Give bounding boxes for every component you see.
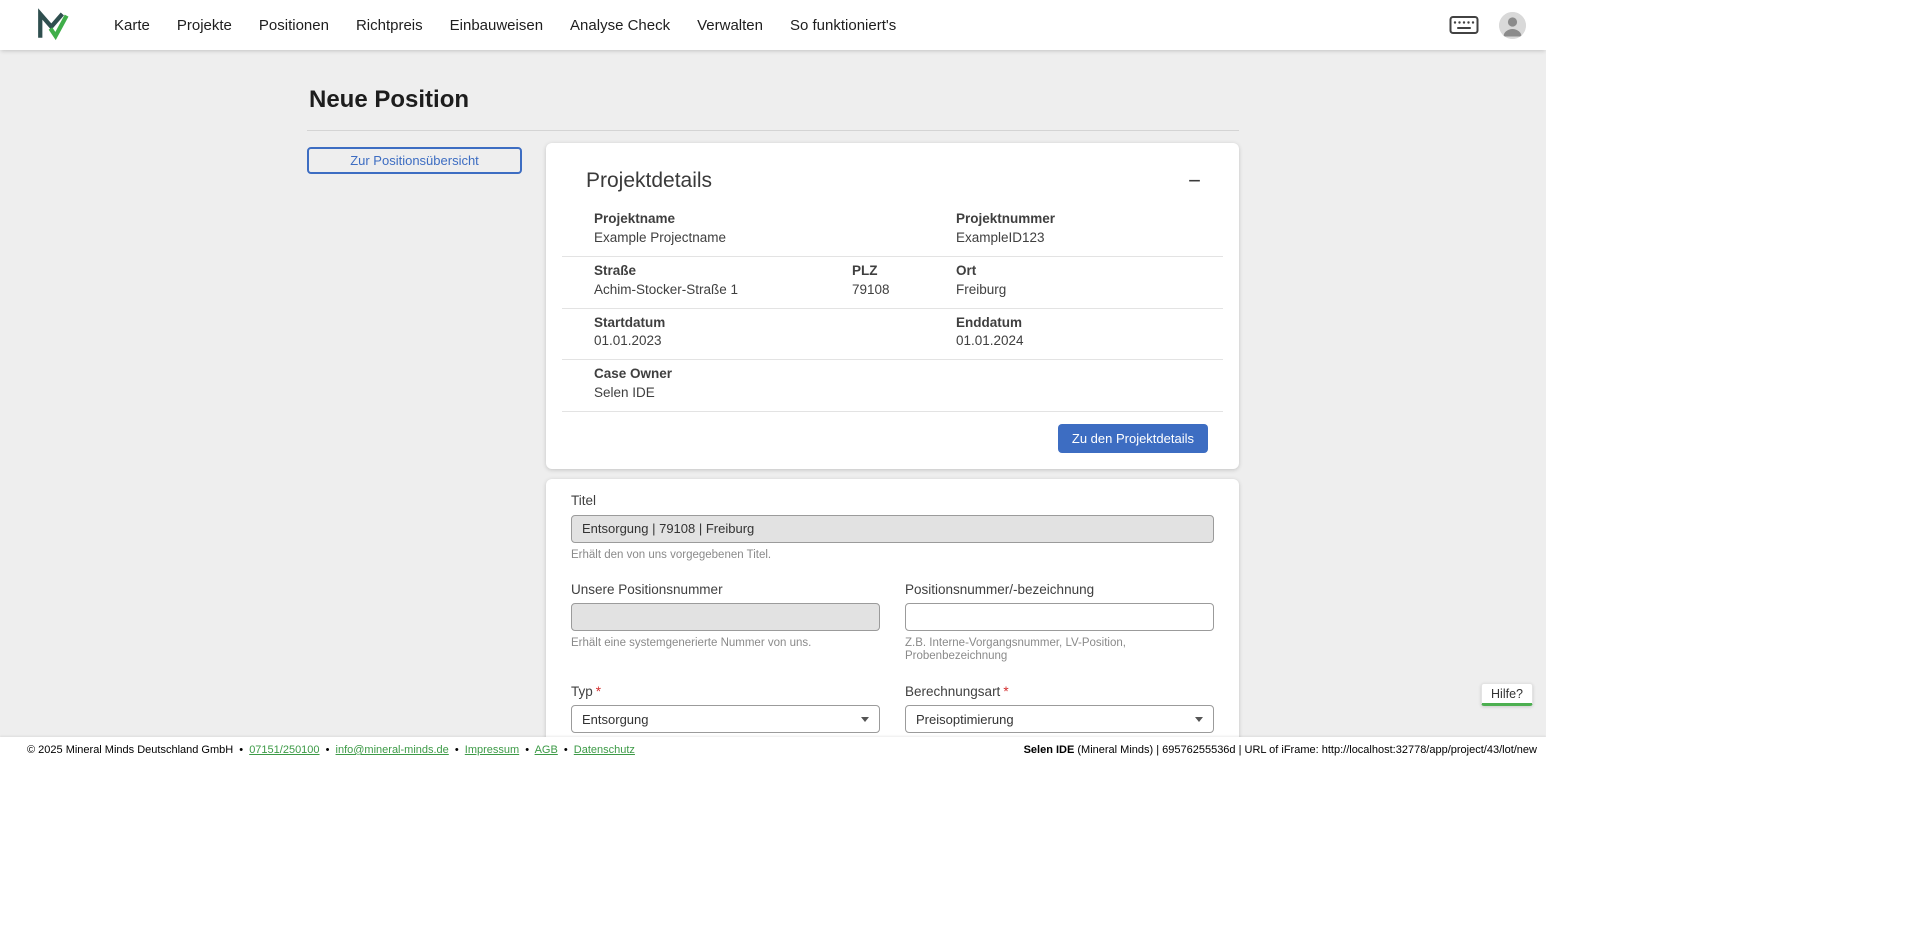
- required-asterisk: *: [1003, 684, 1008, 699]
- footer-datenschutz-link[interactable]: Datenschutz: [574, 744, 635, 756]
- project-details-title: Projektdetails: [586, 169, 712, 193]
- required-asterisk: *: [596, 684, 601, 699]
- footer-agb-link[interactable]: AGB: [535, 744, 558, 756]
- positionsnummer-label: Positionsnummer/-bezeichnung: [905, 582, 1214, 598]
- content-container: Neue Position Zur Positionsübersicht Pro…: [307, 50, 1239, 737]
- unsere-positionsnummer-hint: Erhält eine systemgenerierte Nummer von …: [571, 637, 880, 650]
- footer-email-link[interactable]: info@mineral-minds.de: [336, 744, 449, 756]
- keyboard-icon[interactable]: [1449, 15, 1479, 35]
- nav-item-karte[interactable]: Karte: [114, 17, 150, 34]
- back-to-position-overview-button[interactable]: Zur Positionsübersicht: [307, 147, 522, 174]
- navbar-right-icons: [1449, 12, 1526, 39]
- typ-label: Typ*: [571, 684, 880, 700]
- positionsnummer-input[interactable]: [905, 603, 1214, 631]
- footer-phone-link[interactable]: 07151/250100: [249, 744, 319, 756]
- help-button[interactable]: Hilfe?: [1481, 683, 1533, 706]
- unsere-positionsnummer-label: Unsere Positionsnummer: [571, 582, 880, 598]
- berechnungsart-select[interactable]: Preisoptimierung: [905, 705, 1214, 733]
- new-position-form-card: Titel Erhält den von uns vorgegebenen Ti…: [546, 479, 1239, 737]
- chevron-down-icon: [1195, 717, 1203, 722]
- titel-input: [571, 515, 1214, 543]
- footer-session-info: Selen IDE (Mineral Minds) | 69576255536d…: [1024, 744, 1537, 756]
- footer: © 2025 Mineral Minds Deutschland GmbH • …: [0, 737, 1546, 763]
- to-project-details-button[interactable]: Zu den Projektdetails: [1058, 424, 1208, 453]
- nav-item-analyse-check[interactable]: Analyse Check: [570, 17, 670, 34]
- footer-impressum-link[interactable]: Impressum: [465, 744, 519, 756]
- nav-item-so-funktionierts[interactable]: So funktioniert's: [790, 17, 896, 34]
- table-row: Straße Achim-Stocker-Straße 1 PLZ 79108 …: [562, 257, 1223, 309]
- top-navbar: Karte Projekte Positionen Richtpreis Ein…: [0, 0, 1546, 50]
- footer-user-name: Selen IDE: [1024, 744, 1075, 756]
- typ-select[interactable]: Entsorgung: [571, 705, 880, 733]
- table-row: Projektname Example Projectname Projektn…: [562, 205, 1223, 257]
- field-berechnungsart: Berechnungsart* Preisoptimierung Wählen …: [905, 684, 1214, 737]
- right-column: Projektdetails − Projektname Example Pro…: [546, 143, 1239, 737]
- chevron-down-icon: [861, 717, 869, 722]
- field-projektname: Projektname Example Projectname: [594, 211, 956, 247]
- project-details-table: Projektname Example Projectname Projektn…: [562, 205, 1223, 412]
- collapse-minus-icon[interactable]: −: [1188, 170, 1201, 192]
- unsere-positionsnummer-input: [571, 603, 880, 631]
- mineral-minds-logo[interactable]: [36, 8, 70, 42]
- field-unsere-positionsnummer: Unsere Positionsnummer Erhält eine syste…: [571, 582, 880, 664]
- field-startdatum: Startdatum 01.01.2023: [594, 315, 956, 351]
- field-projektnummer: Projektnummer ExampleID123: [956, 211, 1223, 247]
- field-strasse: Straße Achim-Stocker-Straße 1: [594, 263, 852, 299]
- field-ort: Ort Freiburg: [956, 263, 1223, 299]
- titel-label: Titel: [571, 493, 1214, 509]
- nav-item-einbauweisen[interactable]: Einbauweisen: [450, 17, 543, 34]
- footer-session-text: (Mineral Minds) | 69576255536d | URL of …: [1074, 744, 1537, 756]
- user-avatar-icon[interactable]: [1499, 12, 1526, 39]
- main-area: Neue Position Zur Positionsübersicht Pro…: [0, 50, 1546, 737]
- logo-icon: [36, 8, 70, 42]
- berechnungsart-label: Berechnungsart*: [905, 684, 1214, 700]
- footer-left: © 2025 Mineral Minds Deutschland GmbH • …: [27, 744, 635, 756]
- nav-item-projekte[interactable]: Projekte: [177, 17, 232, 34]
- title-divider: [307, 130, 1239, 131]
- project-details-header: Projektdetails −: [546, 143, 1239, 193]
- main-nav: Karte Projekte Positionen Richtpreis Ein…: [114, 17, 896, 34]
- project-details-footer: Zu den Projektdetails: [546, 412, 1239, 469]
- field-case-owner: Case Owner Selen IDE: [594, 366, 1223, 402]
- app-frame: Karte Projekte Positionen Richtpreis Ein…: [0, 0, 1546, 763]
- table-row: Case Owner Selen IDE: [562, 360, 1223, 412]
- field-titel: Titel Erhält den von uns vorgegebenen Ti…: [571, 493, 1214, 562]
- project-details-card: Projektdetails − Projektname Example Pro…: [546, 143, 1239, 469]
- titel-hint: Erhält den von uns vorgegebenen Titel.: [571, 549, 1214, 562]
- copyright-text: © 2025 Mineral Minds Deutschland GmbH: [27, 744, 233, 756]
- field-plz: PLZ 79108: [852, 263, 956, 299]
- nav-item-richtpreis[interactable]: Richtpreis: [356, 17, 423, 34]
- nav-item-positionen[interactable]: Positionen: [259, 17, 329, 34]
- field-typ: Typ* Entsorgung Wählen Sie hier die Art …: [571, 684, 880, 737]
- left-column: Zur Positionsübersicht: [307, 143, 522, 174]
- table-row: Startdatum 01.01.2023 Enddatum 01.01.202…: [562, 309, 1223, 361]
- field-enddatum: Enddatum 01.01.2024: [956, 315, 1223, 351]
- field-positionsnummer: Positionsnummer/-bezeichnung Z.B. Intern…: [905, 582, 1214, 664]
- positionsnummer-hint: Z.B. Interne-Vorgangsnummer, LV-Position…: [905, 637, 1214, 663]
- page-title: Neue Position: [309, 86, 1239, 114]
- nav-item-verwalten[interactable]: Verwalten: [697, 17, 763, 34]
